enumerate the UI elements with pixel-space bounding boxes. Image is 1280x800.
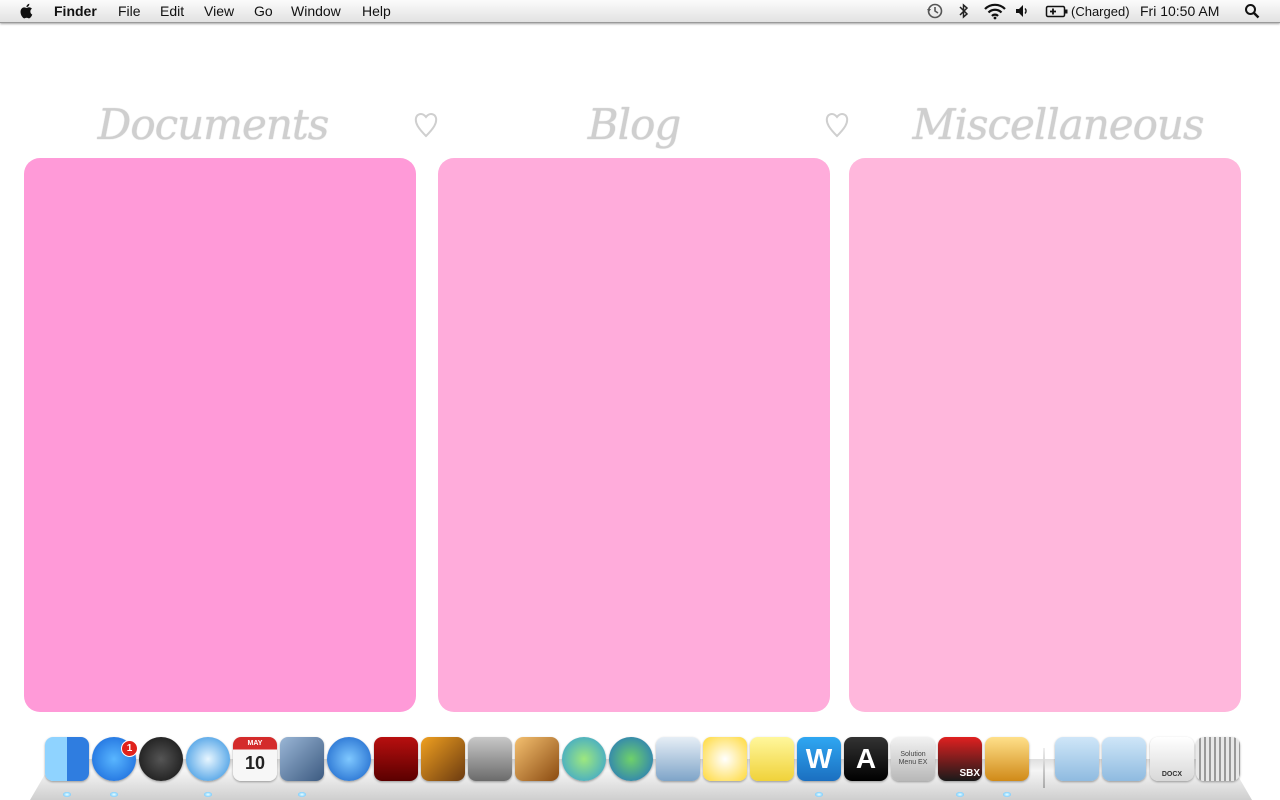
color-palette-icon[interactable] [703,737,747,781]
bluetooth-icon[interactable] [958,2,970,20]
menu-edit[interactable]: Edit [160,2,184,20]
iphoto-icon[interactable] [280,737,324,781]
menu-go[interactable]: Go [254,2,273,20]
dashboard-icon[interactable] [139,737,183,781]
garageband-icon[interactable] [515,737,559,781]
heart-icon [825,113,849,138]
running-indicator [204,792,212,797]
safari-icon[interactable] [186,737,230,781]
menu-finder[interactable]: Finder [54,2,97,20]
font-app-icon[interactable]: A [844,737,888,781]
panel-documents [24,158,416,712]
trash-icon[interactable] [1196,737,1240,781]
system-preferences-icon[interactable] [468,737,512,781]
panel-title-miscellaneous: Miscellaneous [912,100,1204,149]
running-indicator [63,792,71,797]
applications-folder-icon[interactable] [1055,737,1099,781]
messenger-icon[interactable] [562,737,606,781]
dock-separator [1043,748,1045,788]
remote-desktop-icon[interactable] [656,737,700,781]
heart-icon [414,113,438,138]
battery-icon[interactable] [1045,2,1069,20]
panel-title-documents: Documents [97,100,330,149]
running-indicator [815,792,823,797]
solution-menu-icon[interactable]: Solution Menu EX [891,737,935,781]
menu-help[interactable]: Help [362,2,391,20]
paint-bucket-icon[interactable] [985,737,1029,781]
volume-icon[interactable] [1015,2,1029,20]
running-indicator [110,792,118,797]
apple-icon[interactable] [18,2,36,20]
documents-folder-icon[interactable] [1102,737,1146,781]
panel-miscellaneous [849,158,1241,712]
network-globe-icon[interactable] [609,737,653,781]
spotlight-icon[interactable] [1244,2,1260,20]
running-indicator [956,792,964,797]
ical-icon[interactable]: MAY 10 [233,737,277,781]
stickies-icon[interactable] [750,737,794,781]
battery-status-text: (Charged) [1071,4,1130,19]
front-row-icon[interactable] [374,737,418,781]
word-icon[interactable]: W [797,737,841,781]
panel-blog [438,158,830,712]
sbx-icon[interactable]: SBX [938,737,982,781]
menu-view[interactable]: View [204,2,234,20]
menu-window[interactable]: Window [291,2,341,20]
menu-bar: Finder File Edit View Go Window Help (Ch… [0,0,1280,23]
docx-file-icon[interactable]: DOCX [1150,737,1194,781]
photo-booth-icon[interactable] [421,737,465,781]
running-indicator [298,792,306,797]
panel-title-blog: Blog [587,100,681,149]
menu-file[interactable]: File [118,2,141,20]
itunes-icon[interactable] [327,737,371,781]
time-machine-icon[interactable] [926,2,944,20]
app-store-badge: 1 [121,740,138,757]
wifi-icon[interactable] [983,2,1007,20]
finder-icon[interactable] [45,737,89,781]
menu-clock[interactable]: Fri 10:50 AM [1140,2,1219,20]
running-indicator [1003,792,1011,797]
